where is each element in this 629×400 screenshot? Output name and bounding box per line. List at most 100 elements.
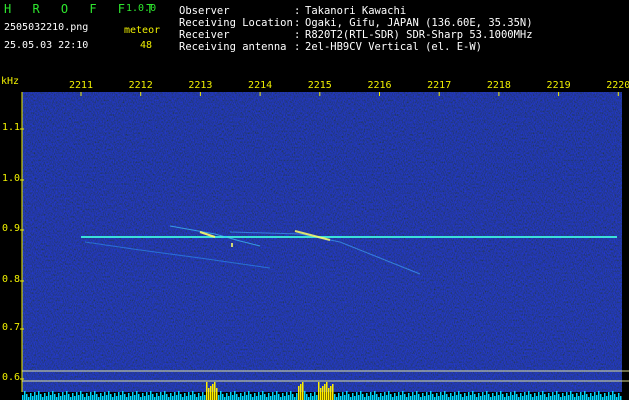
activity-bar <box>210 386 212 400</box>
activity-bar <box>246 395 248 400</box>
activity-bar <box>318 382 320 400</box>
activity-bar <box>522 396 524 400</box>
activity-bar <box>108 391 110 400</box>
freq-tick-label: 0.8 <box>2 274 21 285</box>
activity-bar <box>446 394 448 400</box>
activity-bar <box>570 391 572 400</box>
activity-bar <box>564 396 566 400</box>
activity-bar <box>458 391 460 400</box>
activity-bar <box>552 392 554 400</box>
activity-bar <box>32 396 34 400</box>
activity-bar <box>260 395 262 400</box>
activity-bar <box>180 394 182 400</box>
activity-bar <box>348 394 350 400</box>
activity-bar <box>444 391 446 400</box>
activity-bar <box>372 395 374 400</box>
activity-bar <box>130 396 132 400</box>
activity-bar <box>572 394 574 400</box>
activity-bar <box>124 394 126 400</box>
activity-bar <box>152 394 154 400</box>
activity-bar <box>404 394 406 400</box>
activity-bar <box>240 393 242 400</box>
activity-bar <box>428 395 430 400</box>
activity-bar <box>282 393 284 400</box>
activity-bar <box>576 393 578 400</box>
activity-bar <box>442 395 444 400</box>
activity-bar <box>440 392 442 400</box>
activity-bar <box>432 394 434 400</box>
activity-bar <box>258 392 260 400</box>
time-tick-label: 2211 <box>68 80 94 91</box>
activity-bar <box>506 393 508 400</box>
activity-bar <box>278 394 280 400</box>
activity-bar <box>232 395 234 400</box>
activity-bar <box>384 392 386 400</box>
activity-bar <box>96 394 98 400</box>
activity-bar <box>494 396 496 400</box>
activity-bar <box>174 392 176 400</box>
activity-bar <box>242 396 244 400</box>
activity-bar <box>334 394 336 400</box>
activity-bar <box>582 395 584 400</box>
activity-bar <box>104 392 106 400</box>
activity-bar <box>394 393 396 400</box>
activity-bar <box>228 396 230 400</box>
activity-bar <box>512 395 514 400</box>
activity-bar <box>418 394 420 400</box>
activity-bar <box>516 394 518 400</box>
activity-bar <box>52 391 54 400</box>
activity-bar <box>468 392 470 400</box>
activity-bar <box>346 391 348 400</box>
activity-bar <box>422 393 424 400</box>
activity-bar <box>254 393 256 400</box>
activity-bar <box>74 396 76 400</box>
activity-bar <box>438 396 440 400</box>
activity-bar <box>204 395 206 400</box>
activity-bar <box>290 391 292 400</box>
activity-bar <box>508 396 510 400</box>
activity-bar <box>414 395 416 400</box>
freq-tick-label: 0.9 <box>2 223 21 234</box>
activity-bar <box>322 386 324 400</box>
activity-bar <box>230 392 232 400</box>
activity-bar <box>354 396 356 400</box>
activity-bar <box>326 382 328 400</box>
activity-bar <box>374 391 376 400</box>
activity-bar <box>178 391 180 400</box>
activity-bar <box>598 391 600 400</box>
activity-bar <box>368 396 370 400</box>
activity-bar <box>102 396 104 400</box>
activity-bar <box>222 394 224 400</box>
activity-bar <box>60 396 62 400</box>
activity-bar <box>156 393 158 400</box>
activity-bar <box>538 392 540 400</box>
freq-tick-label: 0.7 <box>2 322 21 333</box>
activity-bar <box>186 396 188 400</box>
time-tick-label: 2215 <box>307 80 332 91</box>
activity-bar <box>460 394 462 400</box>
activity-bar <box>120 395 122 400</box>
activity-bar <box>488 394 490 400</box>
activity-bar <box>296 393 298 400</box>
activity-bar <box>160 392 162 400</box>
activity-bar <box>268 393 270 400</box>
activity-bar <box>92 395 94 400</box>
activity-bar <box>528 391 530 400</box>
activity-bar <box>610 395 612 400</box>
activity-bar <box>44 393 46 400</box>
activity-bar <box>82 394 84 400</box>
activity-bar <box>110 394 112 400</box>
activity-bar <box>496 392 498 400</box>
activity-bar <box>184 393 186 400</box>
activity-bar <box>34 392 36 400</box>
activity-bar <box>212 384 214 400</box>
activity-bar <box>202 392 204 400</box>
activity-bar <box>410 396 412 400</box>
activity-bar <box>578 396 580 400</box>
activity-bar <box>270 396 272 400</box>
activity-bar <box>436 393 438 400</box>
activity-bar <box>206 382 208 400</box>
activity-bar <box>188 392 190 400</box>
activity-bar <box>218 395 220 400</box>
activity-bar <box>500 391 502 400</box>
